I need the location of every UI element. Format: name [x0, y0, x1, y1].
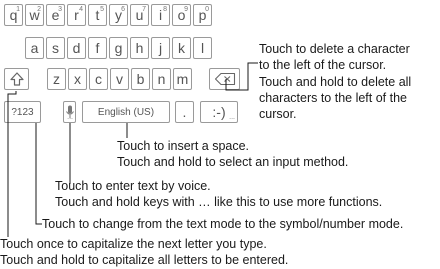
emoticon-key[interactable]: :-) ... [200, 101, 238, 123]
key-h[interactable]: h [130, 37, 149, 59]
key-k[interactable]: k [172, 37, 191, 59]
key-q[interactable]: q1 [4, 4, 23, 26]
annotation-shift-line-2: Touch and hold to capitalize all letters… [0, 253, 289, 268]
key-j[interactable]: j [151, 37, 170, 59]
symbols-key[interactable]: ?123 [4, 101, 41, 123]
backspace-icon [214, 72, 235, 86]
key-l[interactable]: l [193, 37, 212, 59]
annotation-delete-line-5: cursor. [259, 107, 297, 122]
annotation-delete-line-2: to the left of the cursor. [259, 58, 387, 73]
key-y[interactable]: y6 [109, 4, 128, 26]
key-f[interactable]: f [88, 37, 107, 59]
key-s[interactable]: s [46, 37, 65, 59]
period-key[interactable]: . [175, 101, 194, 123]
annotation-shift-line-1: Touch once to capitalize the next letter… [0, 237, 267, 251]
key-r[interactable]: r4 [67, 4, 86, 26]
annotation-voice: Touch to enter text by voice. Touch and … [55, 178, 382, 211]
key-c[interactable]: c [89, 68, 108, 90]
space-key[interactable]: English (US) [82, 101, 170, 123]
key-v[interactable]: v [110, 68, 129, 90]
key-g[interactable]: g [109, 37, 128, 59]
annotation-delete: Touch to delete a character to the left … [259, 41, 411, 122]
key-o[interactable]: o9 [172, 4, 191, 26]
key-u[interactable]: u7 [130, 4, 149, 26]
key-m[interactable]: m [173, 68, 192, 90]
annotation-space: Touch to insert a space. Touch and hold … [117, 138, 348, 171]
key-p[interactable]: p0 [193, 4, 212, 26]
shift-key[interactable] [4, 68, 29, 90]
key-b[interactable]: b [131, 68, 150, 90]
delete-key[interactable] [209, 68, 240, 90]
annotation-space-line-1: Touch to insert a space. [117, 139, 250, 153]
callout-line-symbols [35, 123, 42, 225]
annotation-delete-line-1: Touch to delete a character [259, 42, 410, 56]
key-w[interactable]: w2 [25, 4, 44, 26]
keyboard: q1 w2 e3 r4 t5 y6 u7 i8 o9 p0 a s d f g … [0, 0, 250, 130]
key-d[interactable]: d [67, 37, 86, 59]
key-e[interactable]: e3 [46, 4, 65, 26]
voice-key[interactable]: ... [63, 101, 76, 123]
key-n[interactable]: n [152, 68, 171, 90]
annotation-space-line-2: Touch and hold to select an input method… [117, 155, 349, 170]
key-x[interactable]: x [68, 68, 87, 90]
key-z[interactable]: z [47, 68, 66, 90]
key-t[interactable]: t5 [88, 4, 107, 26]
annotation-delete-line-3: Touch and hold to delete all [259, 74, 412, 89]
shift-arrow-icon [9, 72, 24, 86]
annotation-voice-line-1: Touch to enter text by voice. [55, 179, 211, 193]
annotation-symbols: Touch to change from the text mode to th… [42, 216, 403, 232]
key-i[interactable]: i8 [151, 4, 170, 26]
annotation-delete-line-4: characters to the left of the [259, 90, 407, 105]
key-a[interactable]: a [25, 37, 44, 59]
annotation-symbols-line-1: Touch to change from the text mode to th… [42, 217, 404, 231]
annotation-voice-line-2: Touch and hold keys with … like this to … [55, 195, 383, 210]
annotation-shift: Touch once to capitalize the next letter… [0, 236, 288, 269]
